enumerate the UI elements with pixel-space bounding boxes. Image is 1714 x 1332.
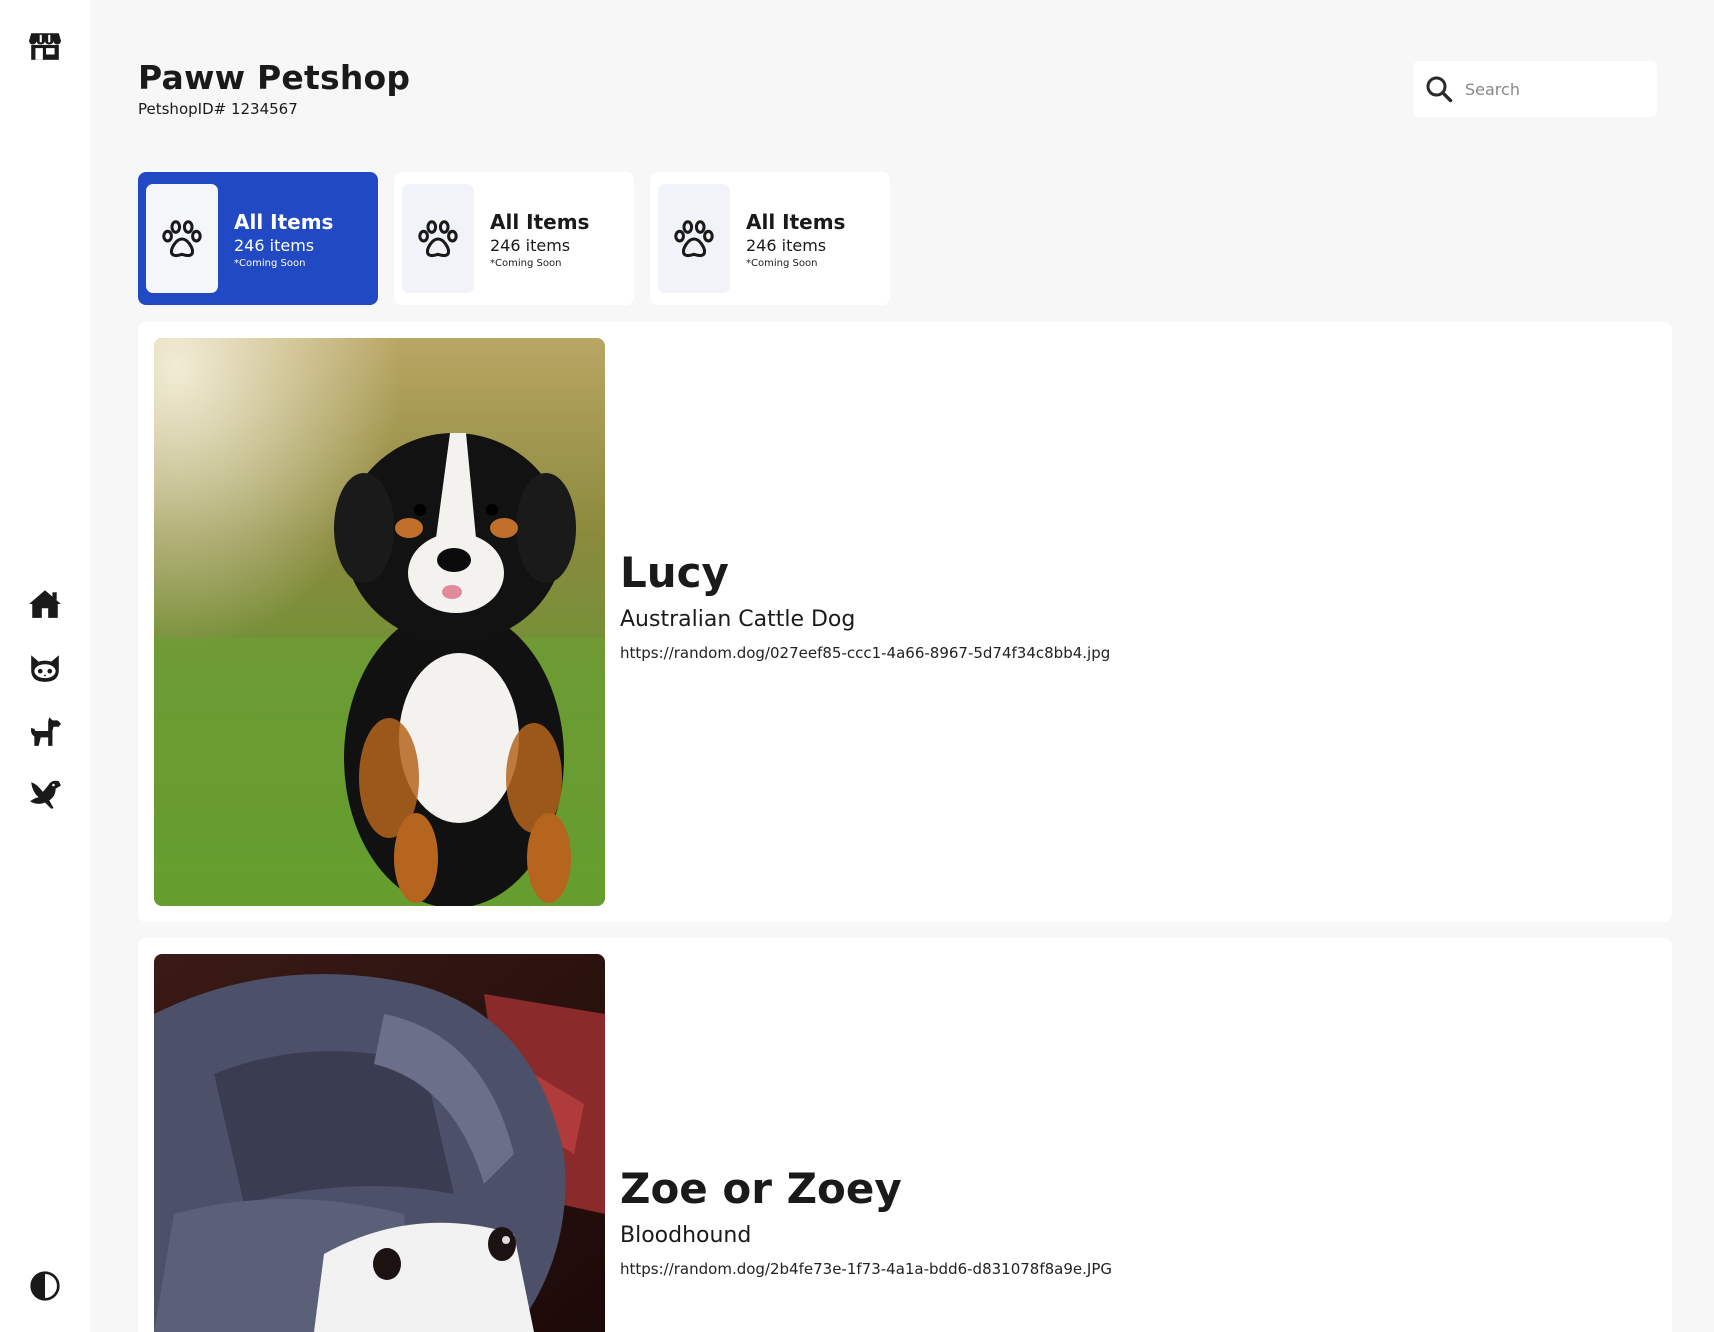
search-input[interactable]	[1463, 78, 1647, 100]
category-name: All Items	[746, 210, 846, 234]
home-icon[interactable]	[25, 584, 65, 624]
category-icon-box	[658, 184, 730, 293]
category-count: 246 items	[746, 236, 827, 255]
pet-breed: Bloodhound	[620, 1223, 752, 1248]
pet-card[interactable]: Lucy Australian Cattle Dog https://rando…	[138, 322, 1672, 922]
category-name: All Items	[490, 210, 590, 234]
search-icon	[1426, 76, 1453, 103]
paw-icon	[162, 219, 202, 257]
category-name: All Items	[234, 210, 334, 234]
pet-image-url[interactable]: https://random.dog/027eef85-ccc1-4a66-89…	[620, 644, 1110, 662]
category-card-3[interactable]: All Items 246 items *Coming Soon	[650, 172, 890, 305]
category-icon-box	[146, 184, 218, 293]
contrast-icon[interactable]	[25, 1266, 65, 1306]
pet-name: Zoe or Zoey	[620, 1164, 902, 1213]
category-card-2[interactable]: All Items 246 items *Coming Soon	[394, 172, 634, 305]
cat-icon[interactable]	[25, 648, 65, 688]
search-box[interactable]	[1413, 61, 1657, 117]
sidebar	[0, 0, 90, 1332]
category-note: *Coming Soon	[234, 258, 306, 269]
pet-name: Lucy	[620, 548, 729, 597]
main-content: Paww Petshop PetshopID# 1234567 All Item…	[90, 0, 1714, 1332]
bird-icon[interactable]	[25, 774, 65, 814]
category-count: 246 items	[234, 236, 315, 255]
paw-icon	[674, 219, 714, 257]
category-count: 246 items	[490, 236, 571, 255]
category-note: *Coming Soon	[490, 258, 562, 269]
pet-breed: Australian Cattle Dog	[620, 607, 856, 632]
dog-icon[interactable]	[25, 711, 65, 751]
pet-image-url[interactable]: https://random.dog/2b4fe73e-1f73-4a1a-bd…	[620, 1260, 1112, 1278]
pet-card[interactable]: Zoe or Zoey Bloodhound https://random.do…	[138, 938, 1672, 1332]
pet-photo	[154, 338, 605, 906]
pet-photo	[154, 954, 605, 1332]
petshop-id: PetshopID# 1234567	[138, 100, 298, 118]
page-title: Paww Petshop	[138, 58, 411, 97]
category-card-1[interactable]: All Items 246 items *Coming Soon	[138, 172, 378, 305]
paw-icon	[418, 219, 458, 257]
category-note: *Coming Soon	[746, 258, 818, 269]
category-icon-box	[402, 184, 474, 293]
store-icon[interactable]	[25, 26, 65, 66]
